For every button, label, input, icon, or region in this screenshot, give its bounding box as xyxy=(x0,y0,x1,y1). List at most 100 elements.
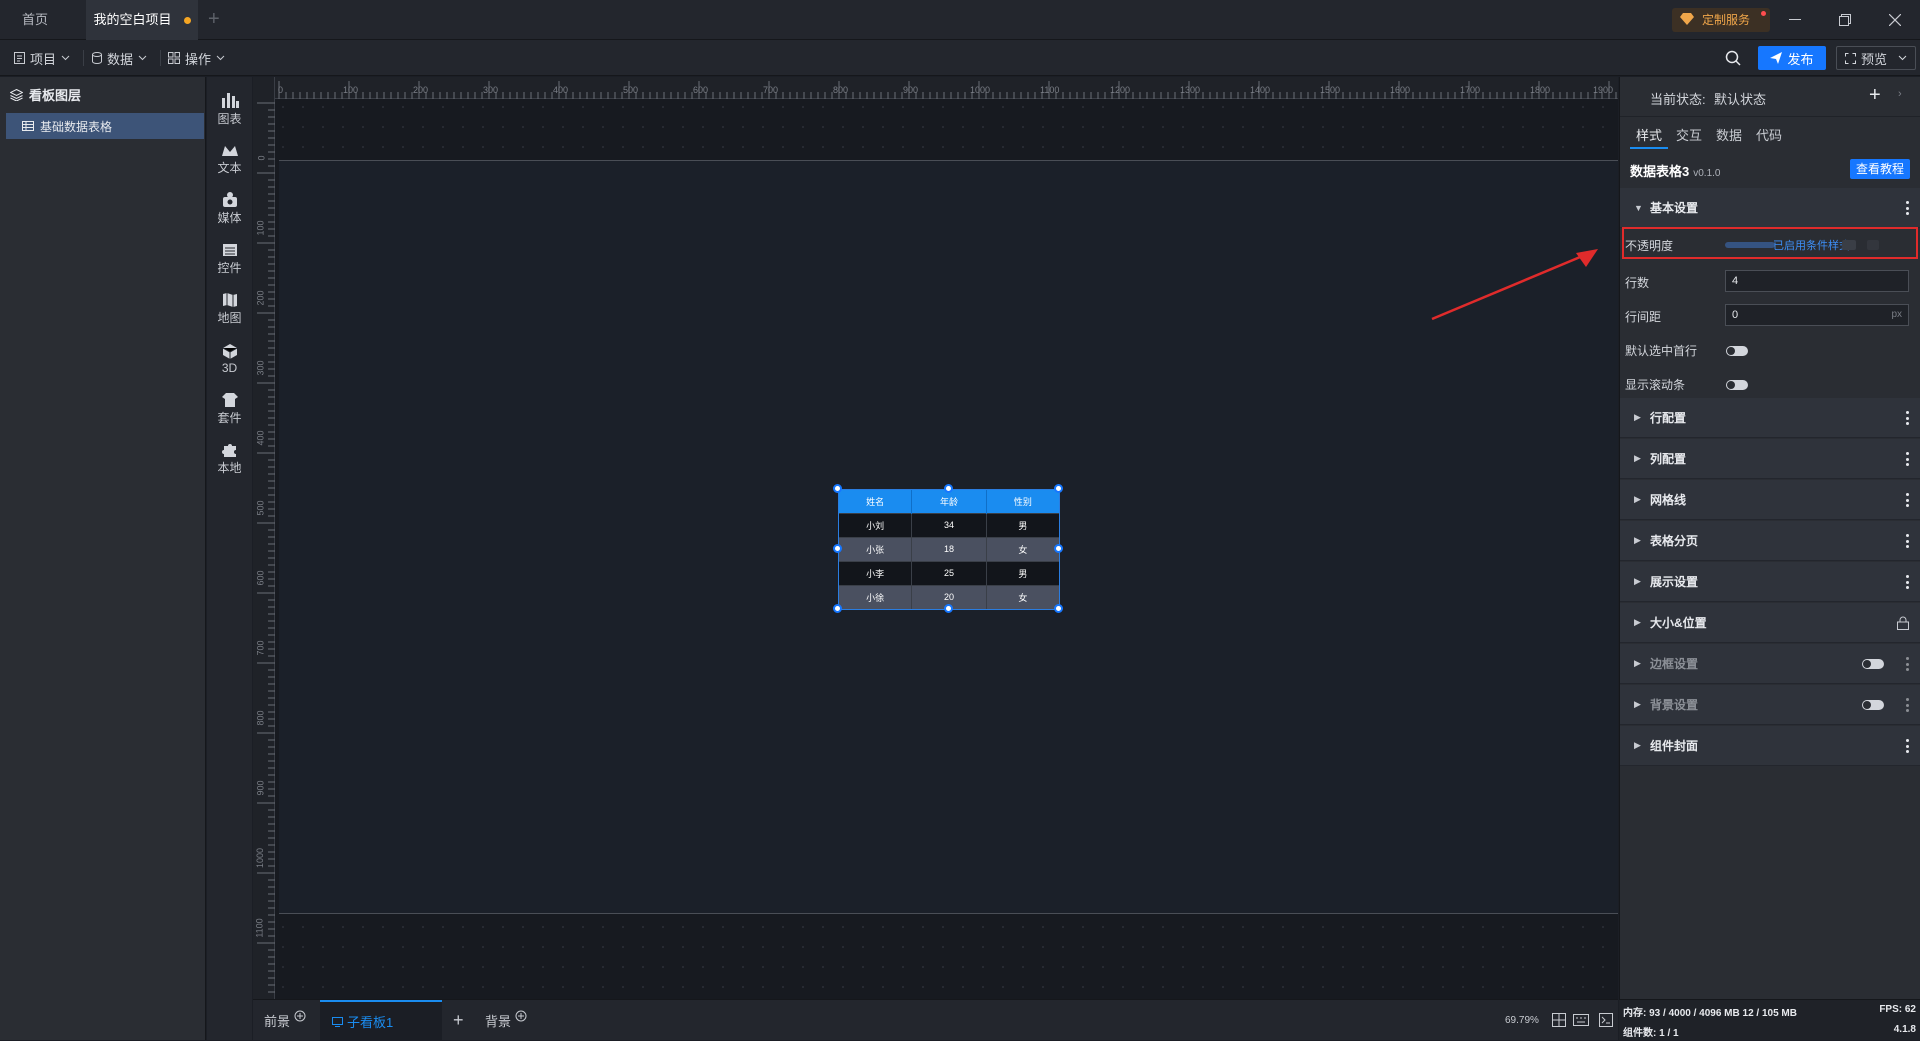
lock-icon[interactable] xyxy=(1897,616,1909,630)
tab-style[interactable]: 样式 xyxy=(1636,125,1662,144)
section-cover[interactable]: ▶ 组件封面 xyxy=(1620,726,1920,766)
sub-board-tab[interactable]: 子看板1 xyxy=(320,1000,442,1041)
row-spacing-value: 0 xyxy=(1732,309,1739,321)
resize-handle-n[interactable] xyxy=(944,484,953,493)
chevron-right-icon[interactable]: › xyxy=(1898,88,1902,100)
zoom-level[interactable]: 69.79% xyxy=(1505,1000,1539,1041)
chevron-down-icon xyxy=(1898,55,1907,61)
ruler-label: 500 xyxy=(623,85,639,95)
tab-project[interactable]: 我的空白项目 xyxy=(86,0,198,40)
select-first-row-toggle[interactable] xyxy=(1726,346,1748,356)
section-background[interactable]: ▶ 背景设置 xyxy=(1620,685,1920,725)
more-icon[interactable] xyxy=(1905,739,1909,753)
search-icon[interactable] xyxy=(1725,50,1741,69)
component-version: v0.1.0 xyxy=(1693,168,1721,179)
keyboard-icon[interactable] xyxy=(1573,1014,1589,1029)
tool-local[interactable]: 本地 xyxy=(207,433,252,485)
row-spacing-unit: px xyxy=(1891,309,1902,320)
more-icon[interactable] xyxy=(1905,575,1909,589)
tool-text[interactable]: 文本 xyxy=(207,133,252,185)
section-column-config[interactable]: ▶ 列配置 xyxy=(1620,439,1920,479)
section-pagination[interactable]: ▶ 表格分页 xyxy=(1620,521,1920,561)
ruler-label: 1500 xyxy=(1320,85,1341,95)
table-row: 小张 18 女 xyxy=(839,536,1059,561)
tool-3d[interactable]: 3D xyxy=(207,333,252,385)
resize-handle-sw[interactable] xyxy=(833,604,842,613)
tool-media[interactable]: 媒体 xyxy=(207,183,252,235)
foreground-label: 前景 xyxy=(264,1014,291,1029)
menu-data[interactable]: 数据 xyxy=(92,40,147,76)
minimize-icon[interactable] xyxy=(1772,0,1818,40)
section-label: 网格线 xyxy=(1650,493,1687,507)
resize-handle-nw[interactable] xyxy=(833,484,842,493)
add-state-icon[interactable]: + xyxy=(1869,85,1881,105)
add-circle-icon[interactable] xyxy=(294,1010,306,1022)
border-toggle[interactable] xyxy=(1862,659,1884,669)
section-row-config[interactable]: ▶ 行配置 xyxy=(1620,398,1920,438)
layer-item-table[interactable]: 基础数据表格 xyxy=(6,113,204,139)
section-gridlines[interactable]: ▶ 网格线 xyxy=(1620,480,1920,520)
tool-local-label: 本地 xyxy=(217,461,242,475)
background-tab[interactable]: 背景 xyxy=(485,1000,527,1041)
more-icon[interactable] xyxy=(1905,657,1909,671)
add-circle-icon[interactable] xyxy=(515,1010,527,1022)
resize-handle-ne[interactable] xyxy=(1054,484,1063,493)
ruler-label: 1600 xyxy=(1390,85,1411,95)
add-tab-icon[interactable]: + xyxy=(208,9,220,29)
tool-chart[interactable]: 图表 xyxy=(207,83,252,135)
tab-home-label: 首页 xyxy=(21,12,48,27)
tool-map-label: 地图 xyxy=(217,311,242,325)
more-icon[interactable] xyxy=(1905,411,1909,425)
chevron-down-icon xyxy=(138,55,147,61)
ruler-label: 600 xyxy=(255,570,266,586)
background-toggle[interactable] xyxy=(1862,700,1884,710)
resize-handle-s[interactable] xyxy=(944,604,953,613)
tab-home[interactable]: 首页 xyxy=(0,0,70,40)
table-cell: 男 xyxy=(986,560,1059,585)
custom-service-button[interactable]: 定制服务 xyxy=(1672,8,1770,32)
data-table-widget[interactable]: 姓名 年龄 性别 小刘 34 男 小张 18 女 小李 25 男 小徐 20 女 xyxy=(833,484,1063,613)
ruler-label: 600 xyxy=(693,85,709,95)
menu-project[interactable]: 项目 xyxy=(14,40,70,76)
more-icon[interactable] xyxy=(1905,201,1909,215)
resize-handle-w[interactable] xyxy=(833,544,842,553)
database-icon xyxy=(92,52,102,64)
tab-code[interactable]: 代码 xyxy=(1756,125,1782,144)
publish-button[interactable]: 发布 xyxy=(1758,46,1826,70)
more-icon[interactable] xyxy=(1905,493,1909,507)
foreground-tab[interactable]: 前景 xyxy=(264,1000,306,1041)
more-icon[interactable] xyxy=(1905,534,1909,548)
more-icon[interactable] xyxy=(1905,452,1909,466)
terminal-icon[interactable] xyxy=(1599,1013,1613,1030)
row-spacing-input[interactable]: 0 px xyxy=(1725,304,1909,326)
menu-operation[interactable]: 操作 xyxy=(168,40,225,76)
rows-input[interactable]: 4 xyxy=(1725,270,1909,292)
ruler-label: 100 xyxy=(343,85,359,95)
section-display[interactable]: ▶ 展示设置 xyxy=(1620,562,1920,602)
resize-handle-e[interactable] xyxy=(1054,544,1063,553)
layers-icon xyxy=(10,88,23,101)
tab-interaction[interactable]: 交互 xyxy=(1676,125,1702,144)
ruler-label: 1000 xyxy=(255,847,266,869)
section-basic[interactable]: ▼ 基本设置 xyxy=(1620,188,1920,228)
more-icon[interactable] xyxy=(1905,698,1909,712)
ruler-vertical: 0 100 200 300 400 500 600 700 800 900 10… xyxy=(253,77,275,999)
add-board-icon[interactable]: + xyxy=(453,1000,464,1041)
state-value[interactable]: 默认状态 xyxy=(1714,89,1766,108)
restore-icon[interactable] xyxy=(1822,0,1868,40)
resize-handle-se[interactable] xyxy=(1054,604,1063,613)
table-cell: 18 xyxy=(911,536,987,561)
ruler-label: 100 xyxy=(255,220,266,236)
grid-icon xyxy=(168,52,180,64)
show-scrollbar-toggle[interactable] xyxy=(1726,380,1748,390)
close-icon[interactable] xyxy=(1872,0,1918,40)
section-size-position[interactable]: ▶ 大小&位置 xyxy=(1620,603,1920,643)
view-tutorial-button[interactable]: 查看教程 xyxy=(1850,159,1910,179)
tool-map[interactable]: 地图 xyxy=(207,283,252,335)
preview-button[interactable]: 预览 xyxy=(1836,46,1916,70)
tab-data[interactable]: 数据 xyxy=(1716,125,1742,144)
tool-control[interactable]: 控件 xyxy=(207,233,252,285)
section-border[interactable]: ▶ 边框设置 xyxy=(1620,644,1920,684)
tool-kit[interactable]: 套件 xyxy=(207,383,252,435)
fit-screen-icon[interactable] xyxy=(1552,1013,1566,1030)
